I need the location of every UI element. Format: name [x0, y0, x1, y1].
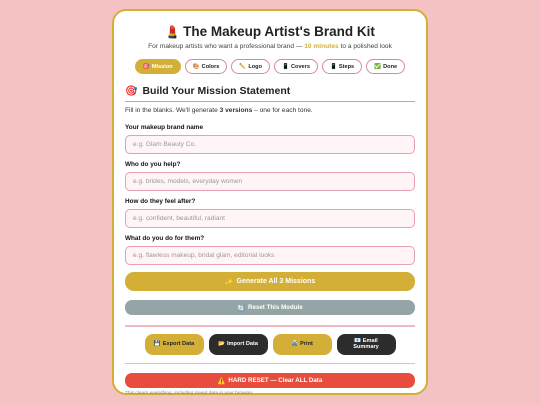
tab-steps[interactable]: 📱 Steps: [321, 59, 363, 74]
intro-bold: 3 versions: [219, 107, 253, 114]
what-do-input[interactable]: e.g. flawless makeup, bridal glam, edito…: [125, 246, 415, 265]
divider: [125, 325, 415, 327]
refresh-icon: 🔄: [237, 304, 246, 312]
floppy-icon: 💾: [153, 340, 161, 347]
check-icon: ✅: [374, 63, 382, 70]
generate-label: Generate All 3 Missions: [236, 278, 316, 285]
who-help-label: Who do you help?: [125, 161, 181, 168]
tab-label: Colors: [201, 63, 220, 70]
reset-label: Reset This Module: [248, 304, 303, 311]
email-label-line2: Summary: [353, 344, 379, 350]
what-do-placeholder: e.g. flawless makeup, bridal glam, edito…: [133, 252, 275, 259]
email-label-line1: Email: [362, 337, 378, 344]
subtitle-pre: For makeup artists who want a profession…: [148, 43, 305, 50]
hard-reset-label: HARD RESET — Clear ALL Data: [228, 377, 323, 384]
reset-module-button[interactable]: 🔄 Reset This Module: [125, 300, 415, 315]
tab-logo[interactable]: ✏️ Logo: [231, 59, 271, 74]
tab-label: Covers: [290, 63, 310, 70]
tab-label: Logo: [248, 63, 263, 70]
brand-kit-card: 💄 The Makeup Artist's Brand Kit For makeu…: [112, 9, 428, 396]
tab-label: Done: [383, 63, 398, 70]
section-intro: Fill in the blanks. We'll generate 3 ver…: [125, 107, 415, 117]
email-summary-button[interactable]: 📧 Email Summary: [336, 333, 396, 355]
page-title-text: The Makeup Artist's Brand Kit: [183, 24, 375, 39]
folder-icon: 📂: [217, 340, 225, 347]
who-help-input[interactable]: e.g. brides, models, everyday women: [125, 172, 415, 191]
tab-covers[interactable]: 📱 Covers: [274, 59, 318, 74]
target-icon: 🎯: [142, 63, 150, 70]
lipstick-icon: 💄: [165, 25, 181, 39]
subtitle-post: to a polished look: [338, 43, 392, 50]
module-tabs: 🎯 Mission 🎨 Colors ✏️ Logo 📱 Covers 📱 St…: [125, 59, 415, 74]
phone-icon: 📱: [329, 63, 337, 70]
phone-icon: 📱: [282, 63, 289, 70]
data-actions: 💾 Export Data 📂 Import Data 🖨️ Print 📧 E…: [125, 333, 415, 355]
tab-done[interactable]: ✅ Done: [366, 59, 406, 74]
pencil-icon: ✏️: [239, 63, 247, 70]
hard-reset-button[interactable]: ⚠️ HARD RESET — Clear ALL Data: [125, 373, 415, 388]
tab-mission[interactable]: 🎯 Mission: [134, 59, 181, 74]
generate-missions-button[interactable]: ✨ Generate All 3 Missions: [125, 272, 415, 291]
feel-after-input[interactable]: e.g. confident, beautiful, radiant: [125, 209, 415, 228]
brand-name-placeholder: e.g. Glam Beauty Co.: [133, 141, 197, 148]
warning-icon: ⚠️: [217, 377, 226, 385]
export-label: Export Data: [162, 340, 195, 347]
subtitle-highlight: 10 minutes: [304, 43, 339, 50]
print-label: Print: [300, 340, 313, 347]
email-icon: 📧: [354, 337, 362, 344]
hard-reset-note: This clears everything, including saved …: [125, 391, 254, 396]
tab-label: Steps: [338, 63, 355, 70]
brand-name-input[interactable]: e.g. Glam Beauty Co.: [125, 135, 415, 154]
feel-after-placeholder: e.g. confident, beautiful, radiant: [133, 215, 226, 222]
import-data-button[interactable]: 📂 Import Data: [208, 333, 268, 355]
target-icon: 🎯: [125, 85, 138, 97]
intro-post: – one for each tone.: [252, 107, 313, 114]
feel-after-label: How do they feel after?: [125, 198, 196, 205]
printer-icon: 🖨️: [291, 340, 299, 347]
who-help-placeholder: e.g. brides, models, everyday women: [133, 178, 243, 185]
tab-label: Mission: [151, 63, 173, 70]
divider: [125, 362, 415, 364]
brand-name-label: Your makeup brand name: [125, 124, 204, 131]
tab-colors[interactable]: 🎨 Colors: [184, 59, 228, 74]
page-subtitle: For makeup artists who want a profession…: [125, 43, 415, 53]
section-title: Build Your Mission Statement: [142, 85, 291, 97]
import-label: Import Data: [226, 340, 259, 347]
intro-pre: Fill in the blanks. We'll generate: [125, 107, 220, 114]
export-data-button[interactable]: 💾 Export Data: [144, 333, 204, 355]
what-do-label: What do you do for them?: [125, 235, 205, 242]
page-title: 💄 The Makeup Artist's Brand Kit: [125, 23, 415, 41]
section-heading: 🎯 Build Your Mission Statement: [125, 85, 415, 102]
palette-icon: 🎨: [192, 63, 200, 70]
print-button[interactable]: 🖨️ Print: [272, 333, 332, 355]
sparkles-icon: ✨: [224, 278, 234, 286]
